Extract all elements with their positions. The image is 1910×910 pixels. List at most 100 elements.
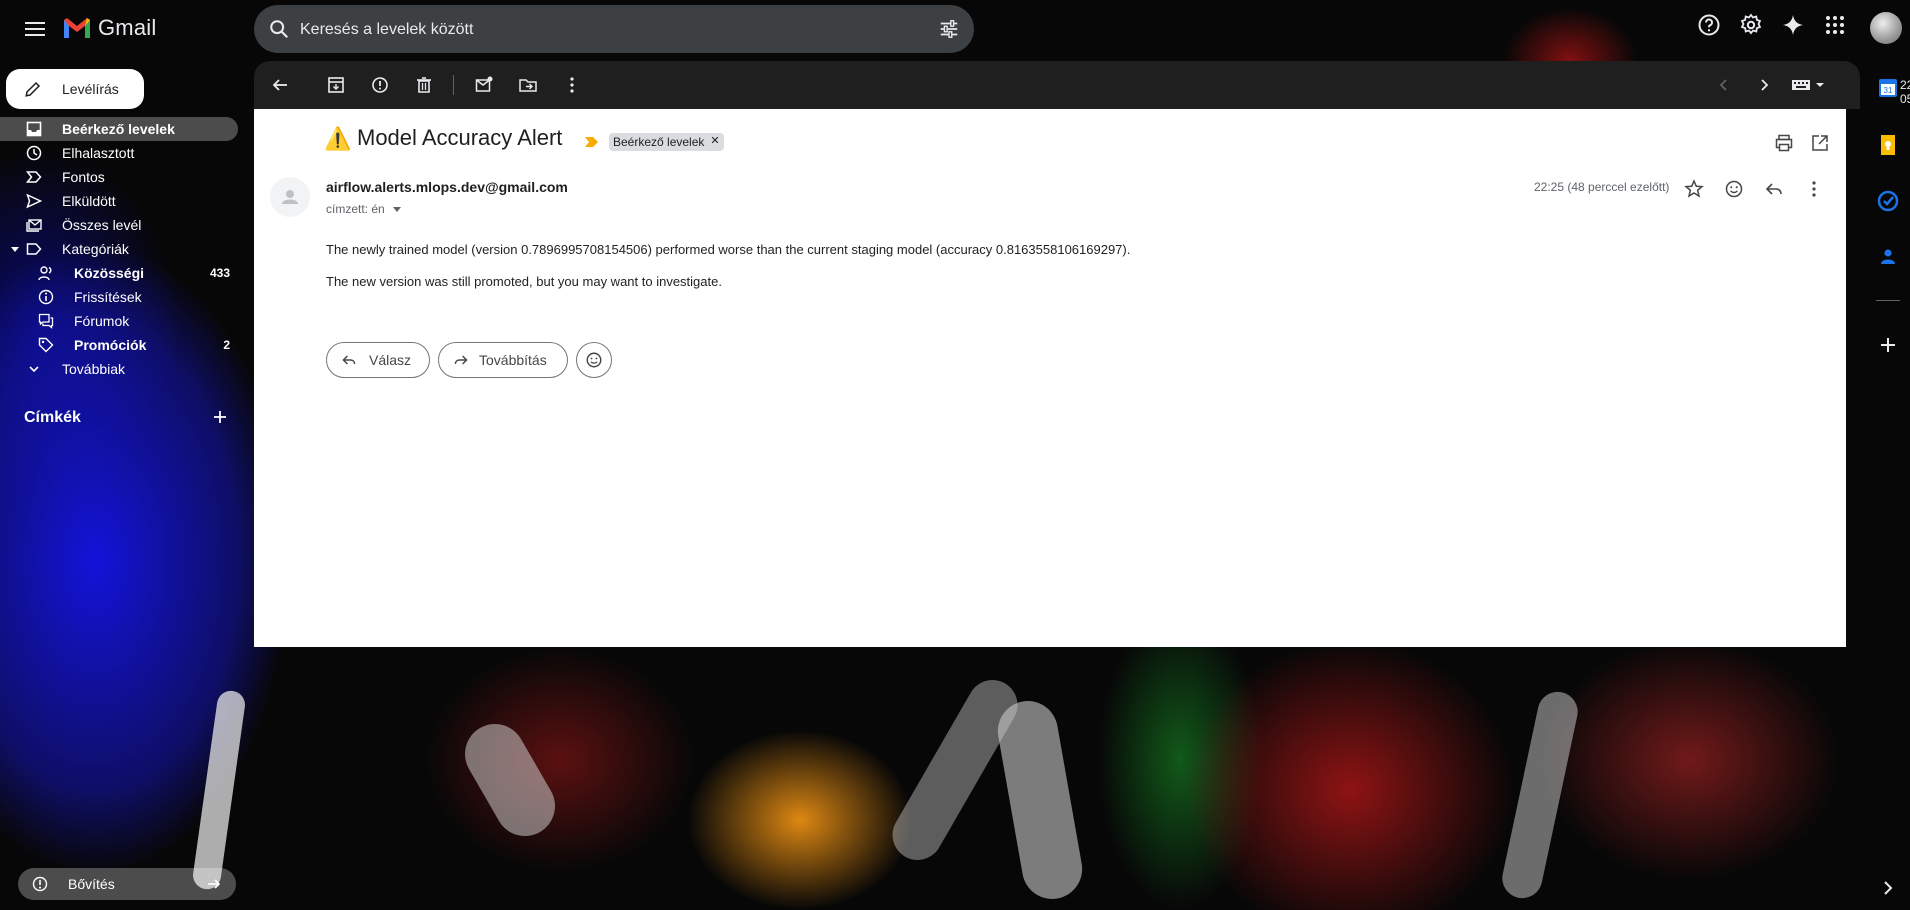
sidebar-item-updates[interactable]: Frissítések	[0, 285, 238, 309]
sender-email[interactable]: airflow.alerts.mlops.dev@gmail.com	[326, 179, 568, 195]
important-marker-icon	[26, 171, 42, 183]
email-view: ⚠️ Model Accuracy Alert Beérkező levelek…	[254, 109, 1846, 647]
email-timestamp: 22:25 (48 perccel ezelőtt)	[1534, 180, 1670, 194]
main-menu-icon[interactable]	[20, 14, 50, 44]
more-options-icon[interactable]	[1804, 179, 1824, 199]
gmail-logo[interactable]: Gmail	[62, 15, 156, 41]
contacts-icon[interactable]	[1876, 245, 1900, 269]
warning-emoji: ⚠️	[324, 126, 352, 151]
search-input[interactable]	[298, 17, 902, 43]
top-bar: Gmail	[0, 0, 1910, 58]
caret-down-icon	[11, 247, 19, 252]
recipient-details-toggle[interactable]: címzett: én	[326, 202, 402, 216]
remove-label-icon[interactable]: ✕	[710, 135, 719, 147]
tasks-icon[interactable]	[1876, 189, 1900, 213]
back-arrow-icon[interactable]	[270, 75, 290, 95]
forward-label: Továbbítás	[479, 352, 547, 368]
unread-count: 433	[209, 266, 230, 280]
expand-side-panel-icon[interactable]	[1876, 876, 1900, 900]
chevron-left-icon[interactable]	[1714, 75, 1734, 95]
email-subject: Model Accuracy Alert	[357, 125, 563, 150]
info-icon	[32, 876, 48, 892]
open-in-new-window-icon[interactable]	[1810, 133, 1830, 153]
sidebar-item-label: Promóciók	[74, 337, 147, 353]
delete-trash-icon[interactable]	[414, 75, 434, 95]
send-icon	[26, 193, 42, 209]
star-icon[interactable]	[1684, 179, 1704, 199]
sidebar-item-forums[interactable]: Fórumok	[0, 309, 238, 333]
tag-icon	[38, 337, 54, 353]
default-person-icon	[282, 190, 298, 204]
add-addon-icon[interactable]	[1876, 333, 1900, 357]
recipient-text: címzett: én	[326, 202, 385, 216]
side-panel-divider	[1876, 300, 1900, 301]
svg-text:31: 31	[1884, 86, 1893, 95]
keyboard-input-icon[interactable]	[1790, 75, 1830, 95]
caret-down-icon	[393, 207, 402, 212]
toolbar-divider	[453, 75, 454, 95]
compose-button[interactable]: Levélírás	[6, 69, 144, 109]
search-options-icon[interactable]	[938, 18, 960, 40]
calendar-icon[interactable]: 31	[1876, 76, 1900, 100]
emoji-icon	[586, 352, 602, 368]
forward-button[interactable]: Továbbítás	[438, 342, 568, 378]
reply-icon[interactable]	[1764, 179, 1784, 199]
arrow-right-icon	[208, 879, 221, 889]
report-spam-icon[interactable]	[370, 75, 390, 95]
emoji-reaction-button[interactable]	[576, 342, 612, 378]
search-icon[interactable]	[268, 18, 290, 40]
labels-section-title: Címkék	[24, 409, 81, 426]
pagination-text: 22 057/1.	[1900, 78, 1910, 106]
reply-icon	[342, 355, 356, 365]
important-marker-icon[interactable]	[584, 136, 600, 148]
sidebar-item-sent[interactable]: Elküldött	[0, 189, 238, 213]
unread-count: 2	[223, 338, 230, 352]
info-icon	[38, 289, 54, 305]
gemini-sparkle-icon[interactable]	[1781, 13, 1805, 37]
email-body-line: The new version was still promoted, but …	[326, 274, 722, 289]
compose-label: Levélírás	[62, 81, 119, 97]
print-icon[interactable]	[1774, 133, 1794, 153]
chevron-down-icon	[29, 366, 39, 373]
gmail-wordmark: Gmail	[98, 15, 157, 40]
sidebar-item-label: Fórumok	[74, 313, 130, 329]
people-icon	[38, 266, 52, 281]
sidebar-item-snoozed[interactable]: Elhalasztott	[0, 141, 238, 165]
upgrade-button[interactable]: Bővítés	[18, 868, 236, 900]
sender-avatar[interactable]	[270, 177, 310, 217]
help-icon[interactable]	[1697, 13, 1721, 37]
emoji-reaction-icon[interactable]	[1724, 179, 1744, 199]
sidebar-item-categories[interactable]: Kategóriák	[0, 237, 238, 261]
sidebar-item-inbox[interactable]: Beérkező levelek	[0, 117, 238, 141]
sidebar-item-all-mail[interactable]: Összes levél	[0, 213, 238, 237]
sidebar-item-more[interactable]: Továbbiak	[0, 357, 238, 381]
more-options-icon[interactable]	[562, 75, 582, 95]
sidebar-item-label: Továbbiak	[62, 361, 126, 377]
account-avatar[interactable]	[1870, 12, 1902, 44]
sidebar-item-label: Frissítések	[74, 289, 142, 305]
sidebar-item-label: Elhalasztott	[62, 145, 135, 161]
chevron-right-icon[interactable]	[1754, 75, 1774, 95]
message-toolbar: 22 057/1.	[254, 61, 1910, 109]
keep-notes-icon[interactable]	[1876, 133, 1900, 157]
mark-unread-icon[interactable]	[474, 75, 494, 95]
move-to-icon[interactable]	[518, 75, 538, 95]
sidebar-item-social[interactable]: Közösségi 433	[0, 261, 238, 285]
sidebar-item-promotions[interactable]: Promóciók 2	[0, 333, 238, 357]
inbox-icon	[26, 121, 42, 137]
forum-icon	[38, 313, 54, 329]
sidebar-item-important[interactable]: Fontos	[0, 165, 238, 189]
upgrade-label: Bővítés	[68, 876, 115, 892]
archive-icon[interactable]	[326, 75, 346, 95]
reply-label: Válasz	[369, 352, 412, 368]
label-icon	[26, 243, 42, 255]
sidebar-item-label: Kategóriák	[62, 241, 129, 257]
sidebar-item-label: Közösségi	[74, 265, 145, 281]
search-bar	[254, 5, 974, 53]
settings-gear-icon[interactable]	[1739, 13, 1763, 37]
all-mail-icon	[26, 219, 42, 232]
gmail-m-icon	[64, 18, 90, 38]
add-label-icon[interactable]	[210, 407, 230, 427]
reply-button[interactable]: Válasz	[326, 342, 430, 378]
apps-grid-icon[interactable]	[1823, 13, 1847, 37]
